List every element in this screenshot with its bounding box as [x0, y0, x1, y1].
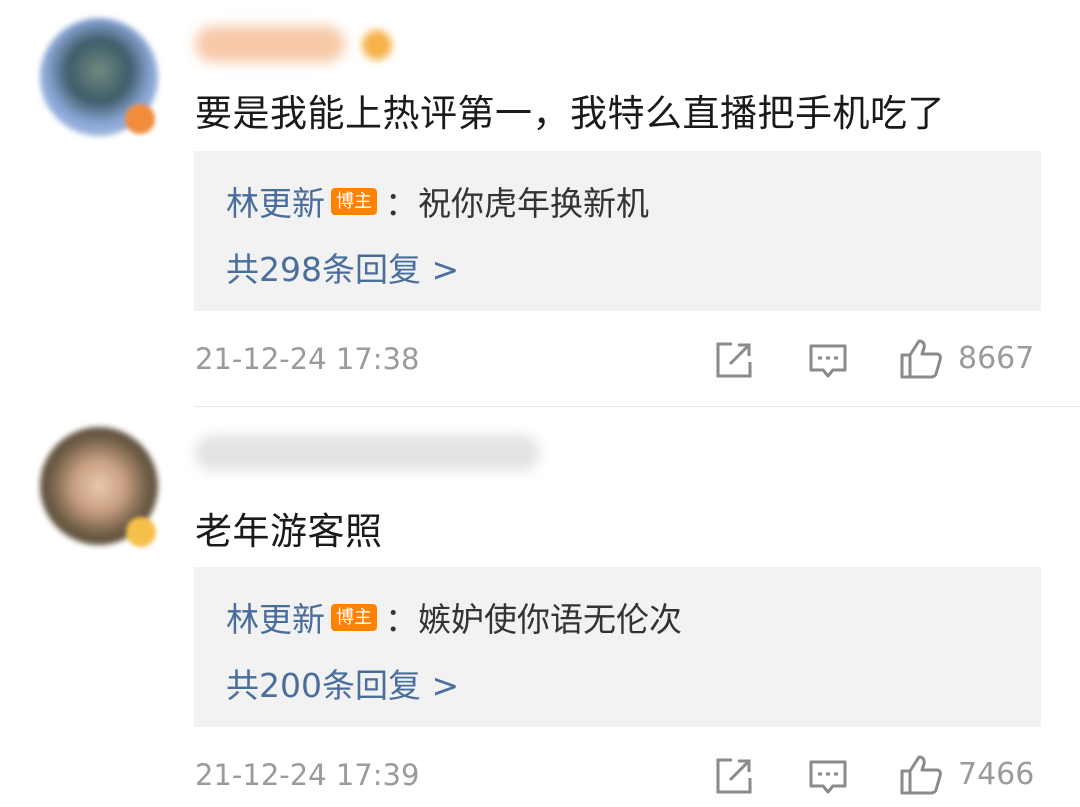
view-replies-link[interactable]: 共298条回复 >: [226, 243, 459, 291]
reply-separator: ：: [385, 600, 418, 639]
verified-badge-icon: [125, 104, 155, 134]
reply-preview[interactable]: 林更新 博主 ： 嫉妒使你语无伦次 共200条回复 >: [194, 567, 1041, 727]
blogger-tag: 博主: [331, 603, 377, 631]
reply-line: 林更新 博主 ： 嫉妒使你语无伦次: [226, 593, 682, 641]
share-icon[interactable]: [714, 340, 754, 380]
like-icon[interactable]: [899, 337, 943, 381]
reply-text: 嫉妒使你语无伦次: [418, 600, 682, 639]
reply-preview[interactable]: 林更新 博主 ： 祝你虎年换新机 共298条回复 >: [194, 151, 1041, 311]
comment-icon[interactable]: [808, 342, 848, 382]
comment-text: 要是我能上热评第一，我特么直播把手机吃了: [195, 92, 945, 135]
view-replies-link[interactable]: 共200条回复 >: [226, 659, 459, 707]
reply-author[interactable]: 林更新: [226, 177, 325, 225]
like-icon[interactable]: [899, 753, 943, 797]
like-count: 7466: [958, 757, 1035, 792]
user-level-badge-icon: [362, 30, 392, 60]
reply-separator: ：: [385, 184, 418, 223]
comment-time: 21-12-24 17:38: [195, 342, 420, 376]
comment-item: 老年游客照 林更新 博主 ： 嫉妒使你语无伦次 共200条回复 > 21-12-…: [0, 407, 1080, 807]
like-count: 8667: [958, 341, 1035, 376]
reply-line: 林更新 博主 ： 祝你虎年换新机: [226, 177, 649, 225]
comment-item: 要是我能上热评第一，我特么直播把手机吃了 林更新 博主 ： 祝你虎年换新机 共2…: [0, 0, 1080, 406]
share-icon[interactable]: [714, 756, 754, 796]
username-blurred[interactable]: [195, 26, 345, 62]
reply-text: 祝你虎年换新机: [418, 184, 649, 223]
reply-author[interactable]: 林更新: [226, 593, 325, 641]
comment-text: 老年游客照: [195, 510, 383, 553]
username-blurred[interactable]: [195, 435, 540, 471]
blogger-tag: 博主: [331, 187, 377, 215]
verified-badge-icon: [126, 517, 156, 547]
comment-icon[interactable]: [808, 758, 848, 798]
comment-time: 21-12-24 17:39: [195, 758, 420, 792]
